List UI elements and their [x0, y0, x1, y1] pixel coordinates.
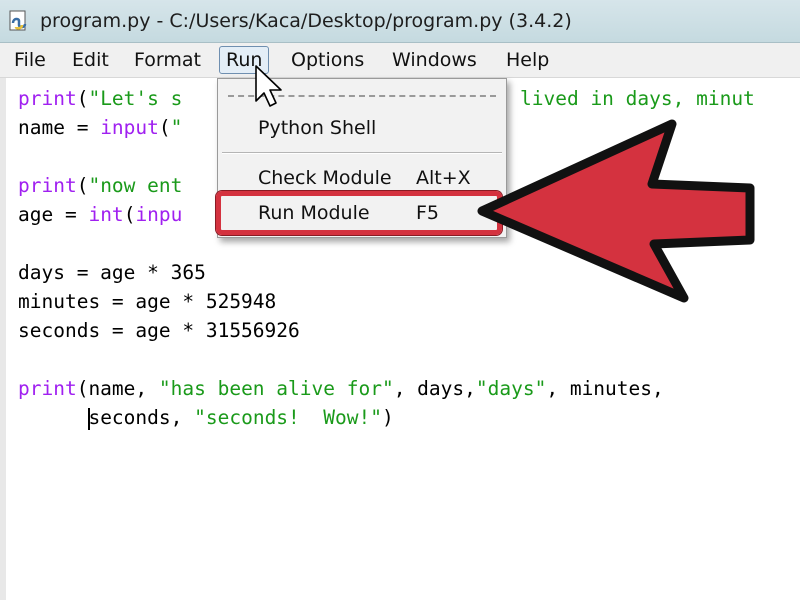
code-line: days = age * 365: [18, 261, 206, 284]
window-title: program.py - C:/Users/Kaca/Desktop/progr…: [40, 10, 572, 32]
code-text: , minutes,: [546, 377, 664, 400]
menu-run[interactable]: Run: [219, 46, 270, 74]
code-line: print("now ent: [18, 171, 182, 200]
code-string: ": [170, 116, 183, 139]
code-line: age = int(inpu: [18, 200, 182, 229]
code-text: (: [123, 203, 136, 226]
code-text: (: [76, 174, 89, 197]
code-line: seconds = age * 31556926: [18, 319, 300, 342]
code-text: (: [76, 87, 89, 110]
code-line: seconds, "seconds! Wow!"): [18, 403, 394, 432]
python-idle-icon: [6, 8, 32, 34]
code-string: "now ent: [88, 174, 183, 197]
code-string: "has been alive for": [158, 377, 394, 400]
check-module-shortcut: Alt+X: [416, 167, 471, 189]
idle-editor-window: program.py - C:/Users/Kaca/Desktop/progr…: [0, 0, 800, 600]
menu-options[interactable]: Options: [291, 47, 364, 73]
menu-windows[interactable]: Windows: [392, 47, 477, 73]
code-text: (name,: [76, 377, 159, 400]
menu-format[interactable]: Format: [134, 47, 201, 73]
code-line: lived in days, minut: [520, 84, 755, 113]
title-bar: program.py - C:/Users/Kaca/Desktop/progr…: [0, 0, 800, 43]
code-text: ): [381, 406, 394, 429]
code-text: (: [158, 116, 171, 139]
code-keyword: print: [18, 87, 77, 110]
code-keyword: print: [18, 174, 77, 197]
code-text: seconds,: [88, 406, 195, 429]
menu-edit[interactable]: Edit: [72, 47, 109, 73]
code-keyword: input: [100, 116, 159, 139]
code-string: "days": [475, 377, 547, 400]
menu-file[interactable]: File: [14, 47, 46, 73]
menu-help[interactable]: Help: [506, 47, 549, 73]
menu-item-python-shell[interactable]: Python Shell: [258, 113, 376, 143]
code-keyword: int: [88, 203, 124, 226]
code-text: , days,: [393, 377, 476, 400]
code-text: name =: [18, 116, 101, 139]
menu-bar: File Edit Format Run Options Windows Hel…: [0, 43, 800, 78]
code-line: minutes = age * 525948: [18, 290, 277, 313]
code-text: age =: [18, 203, 89, 226]
run-module-highlight: [216, 191, 502, 235]
code-keyword: inpu: [135, 203, 183, 226]
tearoff-line[interactable]: [228, 95, 496, 97]
code-string: "seconds! Wow!": [194, 406, 382, 429]
code-line: print("Let's s: [18, 84, 182, 113]
menu-item-check-module[interactable]: Check Module: [258, 163, 392, 193]
code-line: print(name, "has been alive for", days,"…: [18, 374, 664, 403]
menu-separator: [222, 152, 502, 154]
code-string: "Let's s: [88, 87, 183, 110]
code-string: lived in days, minut: [520, 87, 755, 110]
code-keyword: print: [18, 377, 77, 400]
code-line: name = input(": [18, 113, 182, 142]
